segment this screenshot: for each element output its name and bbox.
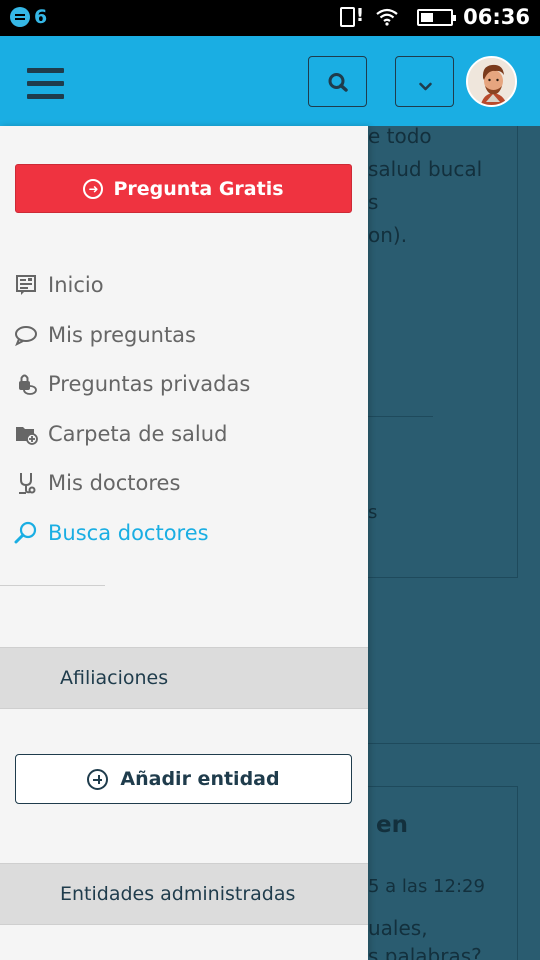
nav-label: Preguntas privadas	[48, 372, 251, 396]
affiliations-section-header: Afiliaciones	[0, 647, 368, 709]
news-icon	[14, 273, 38, 297]
ask-free-question-button[interactable]: ➜ Pregunta Gratis	[15, 164, 352, 213]
background-title: en	[376, 812, 408, 838]
avatar-illustration-icon	[468, 58, 515, 105]
search-icon	[328, 73, 348, 92]
message-icon	[10, 7, 30, 27]
background-text: s palabras?	[368, 944, 482, 960]
nav-item-preguntas-privadas[interactable]: Preguntas privadas	[14, 366, 250, 402]
wifi-icon	[376, 8, 398, 26]
chevron-down-icon	[419, 82, 432, 91]
nav-item-busca-doctores[interactable]: Busca doctores	[14, 515, 209, 551]
background-card	[368, 126, 518, 578]
add-entity-button[interactable]: Añadir entidad	[15, 754, 352, 804]
managed-entities-section-header: Entidades administradas	[0, 863, 368, 925]
dropdown-button[interactable]	[395, 56, 454, 107]
background-content: e todo salud bucal s on). s en 5 a las 1…	[368, 126, 540, 960]
navigation-drawer: ➜ Pregunta Gratis Inicio Mis preguntas P…	[0, 126, 368, 960]
arrow-right-circle-icon: ➜	[83, 178, 104, 199]
background-text: on).	[368, 223, 408, 247]
nav-item-carpeta-de-salud[interactable]: Carpeta de salud	[14, 416, 227, 452]
notification-indicator: 6	[10, 6, 47, 28]
nav-item-mis-doctores[interactable]: Mis doctores	[14, 465, 180, 501]
nav-label: Carpeta de salud	[48, 422, 228, 446]
sim-alert-icon	[340, 5, 364, 27]
folder-plus-icon	[14, 422, 38, 446]
stethoscope-icon	[14, 471, 38, 495]
plus-circle-icon	[87, 768, 109, 790]
nav-item-mis-preguntas[interactable]: Mis preguntas	[14, 317, 196, 353]
nav-label: Inicio	[48, 273, 104, 297]
status-bar: 6 06:36	[0, 0, 540, 36]
search-button[interactable]	[308, 56, 367, 107]
clock: 06:36	[463, 5, 530, 29]
nav-label: Mis doctores	[48, 471, 181, 495]
background-divider	[368, 743, 540, 744]
nav-label: Busca doctores	[48, 521, 209, 545]
add-entity-label: Añadir entidad	[120, 768, 280, 790]
background-text: salud bucal	[368, 157, 483, 181]
managed-entities-title: Entidades administradas	[60, 883, 296, 905]
background-divider	[368, 416, 433, 417]
battery-icon	[417, 8, 457, 26]
drawer-divider	[0, 585, 105, 586]
lock-chat-icon	[14, 372, 38, 396]
background-text: s	[368, 190, 379, 214]
background-text: 5 a las 12:29	[368, 876, 485, 897]
affiliations-title: Afiliaciones	[60, 667, 169, 689]
app-bar	[0, 36, 540, 126]
user-avatar[interactable]	[466, 56, 517, 107]
hamburger-icon[interactable]	[27, 68, 64, 99]
nav-label: Mis preguntas	[48, 323, 196, 347]
background-text: uales,	[368, 916, 428, 940]
background-text: s	[368, 502, 378, 523]
notification-count: 6	[34, 6, 48, 28]
status-icons: 06:36	[340, 5, 530, 29]
magnifier-icon	[14, 521, 38, 545]
ask-free-question-label: Pregunta Gratis	[113, 177, 284, 200]
speech-bubble-icon	[14, 323, 38, 347]
nav-item-inicio[interactable]: Inicio	[14, 267, 104, 303]
background-text: e todo	[368, 126, 432, 148]
